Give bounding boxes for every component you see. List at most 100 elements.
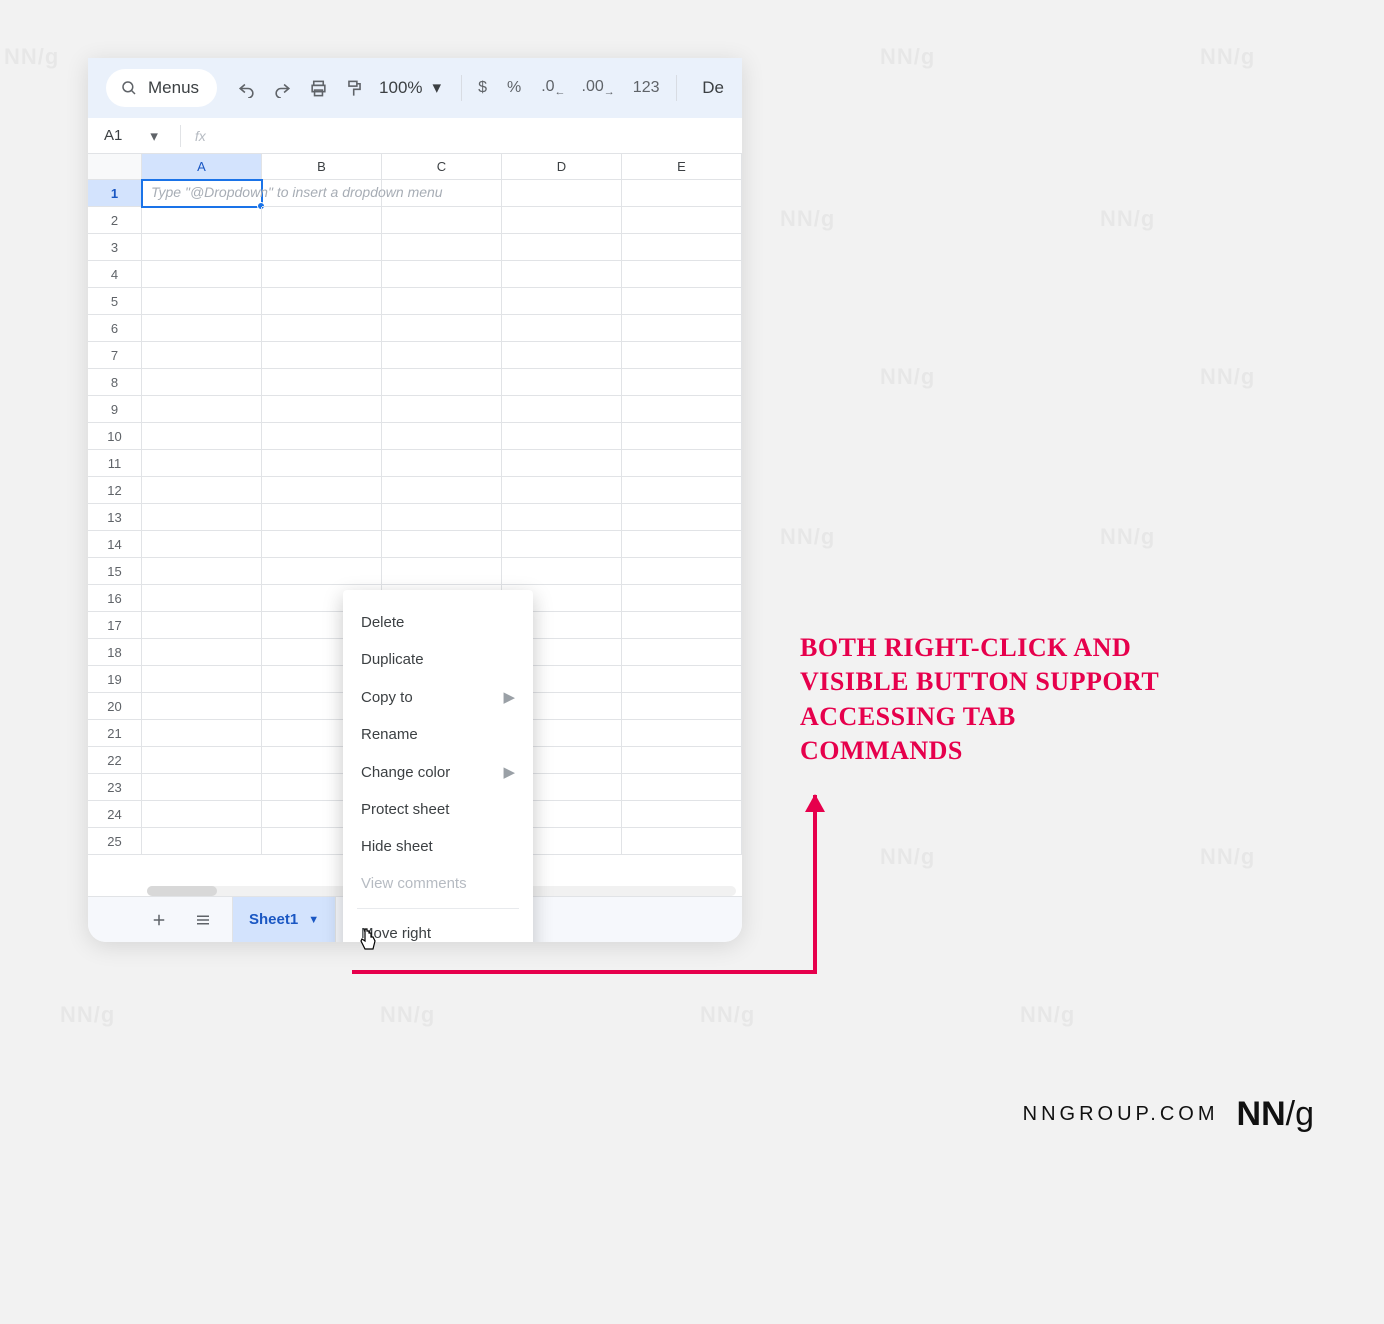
cell[interactable] [262,423,382,450]
decrease-decimals-button[interactable]: .0← [541,78,565,98]
cell[interactable] [382,315,502,342]
row-header[interactable]: 6 [88,315,142,342]
cell[interactable] [622,234,742,261]
row-header[interactable]: 21 [88,720,142,747]
column-header[interactable]: A [142,154,262,180]
row-header[interactable]: 1 [88,180,142,207]
cell[interactable] [262,234,382,261]
row-header[interactable]: 8 [88,369,142,396]
print-button[interactable] [303,71,333,105]
row-header[interactable]: 22 [88,747,142,774]
cell[interactable] [622,531,742,558]
row-header[interactable]: 10 [88,423,142,450]
currency-format-button[interactable]: $ [478,79,487,97]
column-header[interactable]: B [262,154,382,180]
cell[interactable] [382,234,502,261]
cell[interactable] [622,450,742,477]
cell[interactable] [382,342,502,369]
cell[interactable] [502,450,622,477]
cell[interactable] [502,477,622,504]
cell[interactable] [622,558,742,585]
all-sheets-button[interactable] [188,905,218,935]
cell[interactable] [622,180,742,207]
row-header[interactable]: 15 [88,558,142,585]
cell[interactable] [622,585,742,612]
cell[interactable] [502,423,622,450]
cell[interactable] [142,450,262,477]
cell[interactable] [142,261,262,288]
row-header[interactable]: 5 [88,288,142,315]
cell[interactable] [622,207,742,234]
row-header[interactable]: 7 [88,342,142,369]
cell[interactable] [622,639,742,666]
add-sheet-button[interactable] [144,905,174,935]
cell[interactable] [262,531,382,558]
spreadsheet-grid[interactable]: ABCDE 1234567891011121314151617181920212… [88,154,742,900]
cell[interactable] [142,612,262,639]
cell[interactable] [382,207,502,234]
cell[interactable] [142,369,262,396]
cell[interactable] [262,207,382,234]
undo-button[interactable] [231,71,261,105]
cell[interactable] [382,396,502,423]
cell[interactable] [502,180,622,207]
cell[interactable] [622,423,742,450]
cell[interactable] [142,828,262,855]
row-header[interactable]: 11 [88,450,142,477]
cell[interactable] [142,720,262,747]
cell[interactable] [502,558,622,585]
percent-format-button[interactable]: % [507,79,521,97]
cell[interactable] [262,288,382,315]
column-header[interactable]: D [502,154,622,180]
zoom-dropdown[interactable]: 100% ▾ [379,78,441,98]
cell[interactable] [142,504,262,531]
context-menu-item[interactable]: Protect sheet [343,791,533,828]
cell[interactable] [622,666,742,693]
cell[interactable] [622,477,742,504]
cell[interactable] [382,423,502,450]
cell[interactable] [622,801,742,828]
cell[interactable] [262,315,382,342]
cell[interactable] [262,342,382,369]
row-header[interactable]: 12 [88,477,142,504]
sheet-tab-active[interactable]: Sheet1 ▼ [232,897,336,943]
row-header[interactable]: 14 [88,531,142,558]
context-menu-item[interactable]: Move right [343,915,533,942]
cell[interactable] [622,261,742,288]
context-menu-item[interactable]: Rename [343,716,533,753]
row-header[interactable]: 18 [88,639,142,666]
cell[interactable] [142,666,262,693]
cell[interactable] [142,423,262,450]
name-box[interactable]: A1 ▾ [104,127,158,145]
cell[interactable] [382,531,502,558]
cell[interactable] [142,531,262,558]
cell[interactable] [622,774,742,801]
scrollbar-thumb[interactable] [147,886,217,896]
cell[interactable] [502,261,622,288]
tab-caret-icon[interactable]: ▼ [308,914,319,926]
cell[interactable] [622,720,742,747]
cell[interactable] [262,477,382,504]
cell[interactable] [622,747,742,774]
cell[interactable] [142,774,262,801]
cell[interactable] [142,315,262,342]
row-header[interactable]: 24 [88,801,142,828]
row-header[interactable]: 17 [88,612,142,639]
cell[interactable] [502,234,622,261]
cell[interactable] [382,558,502,585]
cell[interactable] [262,369,382,396]
cell[interactable] [622,504,742,531]
cell[interactable] [382,477,502,504]
cell[interactable] [262,504,382,531]
select-all-corner[interactable] [88,154,142,180]
cell[interactable] [502,504,622,531]
cell[interactable] [142,693,262,720]
row-header[interactable]: 19 [88,666,142,693]
cell[interactable] [142,342,262,369]
cell[interactable] [622,693,742,720]
cell[interactable] [502,531,622,558]
cell[interactable] [622,396,742,423]
context-menu-item[interactable]: Hide sheet [343,828,533,865]
cell[interactable] [142,288,262,315]
row-header[interactable]: 23 [88,774,142,801]
